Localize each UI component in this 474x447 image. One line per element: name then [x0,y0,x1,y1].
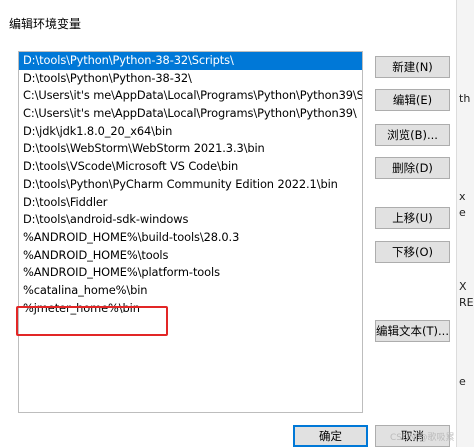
path-list-item[interactable]: D:\tools\Python\Python-38-32\ [19,70,362,88]
path-list-item[interactable]: %ANDROID_HOME%\tools [19,247,362,265]
path-list-item[interactable]: %catalina_home%\bin [19,282,362,300]
background-window-strip: th x e X RE e [456,0,474,447]
background-text: e [459,375,466,388]
edit-env-variable-dialog: 编辑环境变量 D:\tools\Python\Python-38-32\Scri… [0,0,455,447]
edit-button[interactable]: 编辑(E) [375,89,450,111]
edit-text-button[interactable]: 编辑文本(T)... [375,320,450,342]
delete-button[interactable]: 删除(D) [375,157,450,179]
background-text: th [459,92,471,105]
path-list-item[interactable]: D:\tools\Fiddler [19,194,362,212]
path-list-item[interactable]: D:\tools\VScode\Microsoft VS Code\bin [19,158,362,176]
path-list-item[interactable]: D:\jdk\jdk1.8.0_20_x64\bin [19,123,362,141]
path-list-item[interactable]: D:\tools\Python\PyCharm Community Editio… [19,176,362,194]
background-text: X [459,280,467,293]
move-up-button[interactable]: 上移(U) [375,207,450,229]
move-down-button[interactable]: 下移(O) [375,241,450,263]
background-text: e [459,206,466,219]
new-button[interactable]: 新建(N) [375,56,450,78]
path-list-item-jmeter[interactable]: %jmeter_home%\bin [19,300,362,318]
path-list[interactable]: D:\tools\Python\Python-38-32\Scripts\ D:… [18,51,363,413]
path-list-item[interactable]: C:\Users\it's me\AppData\Local\Programs\… [19,105,362,123]
path-list-item[interactable]: D:\tools\WebStorm\WebStorm 2021.3.3\bin [19,140,362,158]
background-text: RE [459,296,474,309]
path-list-item[interactable]: D:\tools\android-sdk-windows [19,211,362,229]
path-list-item[interactable]: %ANDROID_HOME%\build-tools\28.0.3 [19,229,362,247]
path-list-item[interactable]: D:\tools\Python\Python-38-32\Scripts\ [19,52,362,70]
path-list-item[interactable]: C:\Users\it's me\AppData\Local\Programs\… [19,87,362,105]
dialog-title: 编辑环境变量 [9,17,82,31]
background-text: x [459,190,466,203]
path-list-item[interactable]: %ANDROID_HOME%\platform-tools [19,264,362,282]
watermark: CSDN @歌吸累 [390,433,455,443]
browse-button[interactable]: 浏览(B)... [375,124,450,146]
ok-button[interactable]: 确定 [293,425,368,447]
